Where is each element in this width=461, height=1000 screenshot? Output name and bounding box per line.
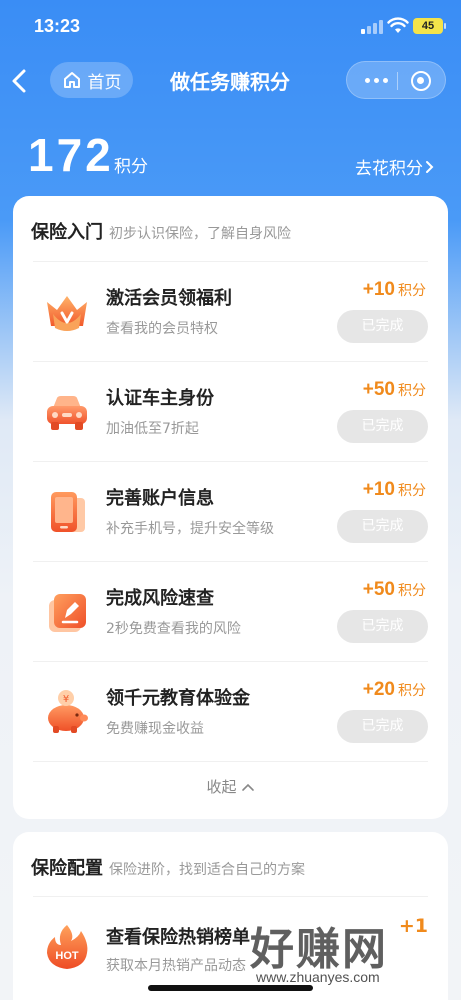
reward-unit: 积分 xyxy=(398,683,426,699)
phone-icon xyxy=(51,492,85,532)
chevron-up-icon xyxy=(241,783,254,791)
task-title: 查看保险热销榜单 xyxy=(106,927,250,948)
task-completed-button[interactable]: 已完成 xyxy=(337,310,428,343)
piggy-bank-icon: ¥ xyxy=(48,690,88,733)
back-arrow-icon[interactable] xyxy=(6,64,36,98)
spend-points-link[interactable]: 去花积分 xyxy=(355,154,435,179)
task-item[interactable]: 完成风险速查 2秒免费查看我的风险 +50 积分 已完成 xyxy=(33,561,428,661)
task-description: 补充手机号，提升安全等级 xyxy=(106,521,274,537)
crown-icon xyxy=(47,296,87,331)
points-summary: 172 积分 去花积分 xyxy=(0,128,461,188)
wifi-icon xyxy=(387,17,409,33)
collapse-button[interactable]: 收起 xyxy=(13,776,448,797)
status-time: 13:23 xyxy=(34,16,81,36)
divider xyxy=(33,761,428,762)
reward-unit: 积分 xyxy=(398,283,426,299)
section-insurance-intro: 保险入门 初步认识保险，了解自身风险 激活会员领福利 查看我的会员特权 +10 … xyxy=(13,196,448,819)
home-indicator xyxy=(148,985,313,991)
points-unit: 积分 xyxy=(114,157,148,177)
status-bar: 13:23 45 xyxy=(0,0,461,54)
reward-points: +50 xyxy=(362,379,395,400)
reward-points: +10 xyxy=(362,279,395,300)
capsule-divider xyxy=(397,72,398,90)
section-title: 保险入门 xyxy=(31,222,103,243)
task-item[interactable]: ¥ 领千元教育体验金 免费赚现金收益 +20 积分 已完成 xyxy=(33,661,428,761)
home-button[interactable]: 首页 xyxy=(50,62,133,98)
task-reward: +20 积分 xyxy=(363,679,426,701)
hot-icon-text: HOT xyxy=(55,950,79,962)
section-title: 保险配置 xyxy=(31,858,103,879)
svg-text:¥: ¥ xyxy=(63,694,69,705)
task-title: 完成风险速查 xyxy=(106,588,214,609)
task-completed-button[interactable]: 已完成 xyxy=(337,510,428,543)
task-item[interactable]: 完善账户信息 补充手机号，提升安全等级 +10 积分 已完成 xyxy=(33,461,428,561)
spend-points-label: 去花积分 xyxy=(355,159,423,179)
task-completed-button[interactable]: 已完成 xyxy=(337,410,428,443)
watermark-url: www.zhuanyes.com xyxy=(256,969,380,985)
nav-bar: 首页 做任务赚积分 xyxy=(0,58,461,104)
collapse-label: 收起 xyxy=(206,778,237,796)
task-item[interactable]: 激活会员领福利 查看我的会员特权 +10 积分 已完成 xyxy=(33,261,428,361)
section-header: 保险配置 保险进阶，找到适合自己的方案 xyxy=(31,854,305,880)
car-icon xyxy=(47,396,87,430)
reward-points: +10 xyxy=(362,479,395,500)
section-header: 保险入门 初步认识保险，了解自身风险 xyxy=(31,218,291,244)
close-mini-program-icon[interactable] xyxy=(411,71,431,91)
task-completed-button[interactable]: 已完成 xyxy=(337,610,428,643)
watermark: 好赚网 www.zhuanyes.com xyxy=(250,913,450,993)
task-title: 领千元教育体验金 xyxy=(106,688,250,709)
chevron-right-icon xyxy=(426,160,434,173)
cellular-signal-icon xyxy=(361,20,383,34)
task-title: 认证车主身份 xyxy=(106,388,214,409)
reward-unit: 积分 xyxy=(398,483,426,499)
task-reward: +50 积分 xyxy=(363,379,426,401)
task-title: 激活会员领福利 xyxy=(106,288,232,309)
points-value: 172 xyxy=(28,129,114,181)
more-icon[interactable] xyxy=(365,78,389,84)
task-description: 查看我的会员特权 xyxy=(106,321,218,337)
task-description: 2秒免费查看我的风险 xyxy=(106,621,241,637)
reward-unit: 积分 xyxy=(398,383,426,399)
watermark-logo-text: 好赚网 xyxy=(250,924,388,975)
section-subtitle: 保险进阶，找到适合自己的方案 xyxy=(109,862,305,878)
section-subtitle: 初步认识保险，了解自身风险 xyxy=(109,226,291,242)
hot-flame-icon: HOT xyxy=(47,925,88,969)
reward-points: +50 xyxy=(362,579,395,600)
mini-program-capsule xyxy=(346,61,446,99)
home-icon xyxy=(63,72,80,88)
reward-unit: 积分 xyxy=(398,583,426,599)
task-reward: +10 积分 xyxy=(363,279,426,301)
reward-points: +20 xyxy=(362,679,395,700)
home-label: 首页 xyxy=(87,72,122,93)
edit-note-icon xyxy=(49,594,86,632)
task-description: 加油低至7折起 xyxy=(106,421,199,437)
task-item[interactable]: 认证车主身份 加油低至7折起 +50 积分 已完成 xyxy=(33,361,428,461)
battery-indicator: 45 xyxy=(413,18,446,34)
task-reward: +50 积分 xyxy=(363,579,426,601)
task-description: 免费赚现金收益 xyxy=(106,721,204,737)
task-title: 完善账户信息 xyxy=(106,488,214,509)
task-reward: +10 积分 xyxy=(363,479,426,501)
page-title: 做任务赚积分 xyxy=(170,70,290,94)
task-description: 获取本月热销产品动态 xyxy=(106,958,246,974)
task-completed-button[interactable]: 已完成 xyxy=(337,710,428,743)
